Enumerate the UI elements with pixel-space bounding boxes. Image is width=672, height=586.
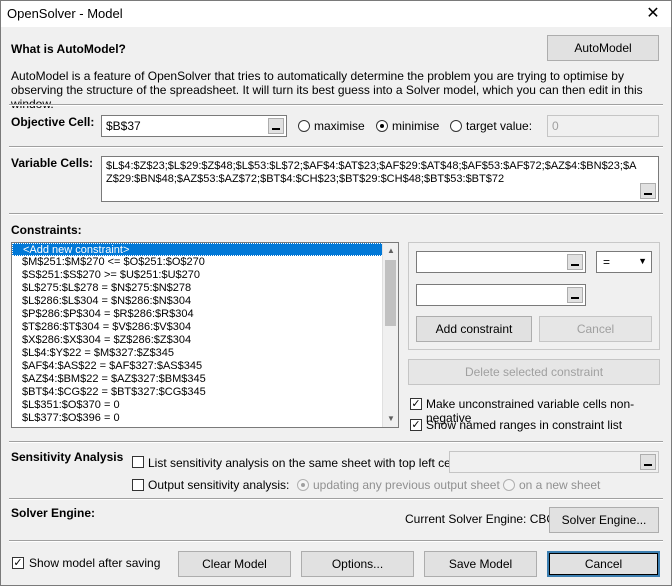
scroll-down-icon[interactable]: ▼	[383, 411, 398, 427]
divider	[9, 104, 663, 106]
list-item[interactable]: $L$286:$L$304 = $N$286:$N$304	[12, 295, 398, 308]
new-sheet-label: on a new sheet	[519, 478, 601, 492]
range-select-icon[interactable]	[640, 454, 656, 470]
list-item[interactable]: $AF$4:$AS$22 = $AF$327:$AS$345	[12, 360, 398, 373]
variable-cells-input[interactable]: $L$4:$Z$23;$L$29:$Z$48;$L$53:$L$72;$AF$4…	[101, 156, 659, 202]
target-value-label: target value:	[466, 119, 533, 133]
divider	[9, 146, 663, 148]
list-item[interactable]: $M$251:$M$270 <= $O$251:$O$270	[12, 256, 398, 269]
solver-engine-button[interactable]: Solver Engine...	[549, 507, 659, 533]
title-bar: OpenSolver - Model ✕	[1, 1, 671, 27]
new-sheet-radio[interactable]	[503, 479, 515, 491]
list-item[interactable]: $L$4:$Y$22 = $M$327:$Z$345	[12, 347, 398, 360]
range-select-icon[interactable]	[567, 254, 583, 270]
list-sensitivity-label: List sensitivity analysis on the same sh…	[148, 456, 460, 470]
clear-model-button[interactable]: Clear Model	[178, 551, 291, 577]
automodel-button[interactable]: AutoModel	[547, 35, 659, 61]
options-button[interactable]: Options...	[301, 551, 414, 577]
divider	[9, 213, 663, 215]
list-item[interactable]: $T$286:$T$304 = $V$286:$V$304	[12, 321, 398, 334]
list-item[interactable]: $P$286:$P$304 = $R$286:$R$304	[12, 308, 398, 321]
scroll-up-icon[interactable]: ▲	[383, 243, 398, 259]
named-ranges-checkbox[interactable]: ✓	[410, 419, 422, 431]
range-select-icon[interactable]	[640, 183, 656, 199]
target-value-radio[interactable]	[450, 120, 462, 132]
output-sensitivity-checkbox[interactable]	[132, 479, 144, 491]
list-item[interactable]: $L$275:$L$278 = $N$275:$N$278	[12, 282, 398, 295]
show-model-label: Show model after saving	[29, 556, 161, 570]
list-item[interactable]: $S$251:$S$270 >= $U$251:$U$270	[12, 269, 398, 282]
constraint-rhs-input[interactable]	[416, 284, 586, 306]
solver-engine-heading: Solver Engine:	[11, 506, 96, 520]
opensolver-model-window: OpenSolver - Model ✕ What is AutoModel? …	[0, 0, 672, 586]
scroll-thumb[interactable]	[385, 260, 396, 326]
divider	[9, 540, 663, 542]
list-item[interactable]: $L$351:$O$370 = 0	[12, 399, 398, 412]
relation-select[interactable]: = ▼	[596, 251, 652, 273]
window-title: OpenSolver - Model	[7, 6, 123, 21]
constraint-lhs-input[interactable]	[416, 251, 586, 273]
add-constraint-button[interactable]: Add constraint	[416, 316, 532, 342]
relation-value: =	[603, 255, 611, 269]
minimise-label: minimise	[392, 119, 440, 133]
range-select-icon[interactable]	[567, 287, 583, 303]
list-item[interactable]: <Add new constraint>	[12, 243, 398, 256]
list-item[interactable]: $BT$4:$CG$22 = $BT$327:$CG$345	[12, 386, 398, 399]
updating-sheet-radio[interactable]	[297, 479, 309, 491]
divider	[9, 441, 663, 443]
objective-label: Objective Cell:	[11, 115, 95, 129]
named-ranges-label: Show named ranges in constraint list	[426, 418, 623, 432]
automodel-heading: What is AutoModel?	[11, 42, 126, 56]
updating-sheet-label: updating any previous output sheet	[313, 478, 500, 492]
target-value-input[interactable]: 0	[547, 115, 659, 137]
variable-cells-value: $L$4:$Z$23;$L$29:$Z$48;$L$53:$L$72;$AF$4…	[106, 160, 637, 185]
sensitivity-heading: Sensitivity Analysis	[11, 450, 124, 464]
list-sensitivity-checkbox[interactable]	[132, 456, 144, 468]
sensitivity-cell-input[interactable]	[449, 451, 659, 473]
maximise-radio[interactable]	[298, 120, 310, 132]
show-model-checkbox[interactable]: ✓	[12, 557, 24, 569]
objective-cell-input[interactable]: $B$37	[101, 115, 287, 137]
range-select-icon[interactable]	[268, 118, 284, 134]
current-engine-label: Current Solver Engine: CBC	[405, 512, 556, 526]
list-item[interactable]: $AZ$4:$BM$22 = $AZ$327:$BM$345	[12, 373, 398, 386]
objective-cell-value: $B$37	[106, 119, 141, 133]
maximise-label: maximise	[314, 119, 365, 133]
list-item[interactable]: $X$286:$X$304 = $Z$286:$Z$304	[12, 334, 398, 347]
output-sensitivity-label: Output sensitivity analysis:	[148, 478, 290, 492]
divider	[9, 498, 663, 500]
close-icon[interactable]: ✕	[635, 1, 671, 27]
cancel-button[interactable]: Cancel	[547, 551, 660, 577]
list-item[interactable]: $L$377:$O$396 = 0	[12, 412, 398, 425]
constraints-label: Constraints:	[11, 223, 82, 237]
cancel-constraint-button[interactable]: Cancel	[539, 316, 652, 342]
delete-constraint-button[interactable]: Delete selected constraint	[408, 359, 660, 385]
constraints-list[interactable]: <Add new constraint> $M$251:$M$270 <= $O…	[11, 242, 399, 428]
minimise-radio[interactable]	[376, 120, 388, 132]
constraints-scrollbar[interactable]: ▲ ▼	[382, 243, 398, 427]
variable-cells-label: Variable Cells:	[11, 156, 94, 170]
save-model-button[interactable]: Save Model	[424, 551, 537, 577]
nonneg-checkbox[interactable]: ✓	[410, 398, 422, 410]
chevron-down-icon: ▼	[638, 256, 647, 266]
